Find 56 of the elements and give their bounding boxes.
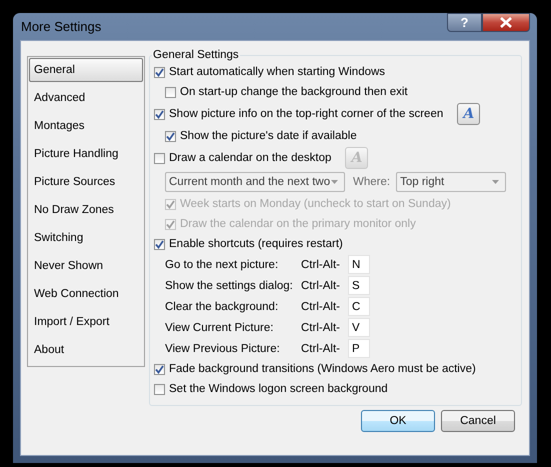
checkbox-label: Fade background transitions (Windows Aero must be active) <box>169 363 476 375</box>
shortcut-label: View Current Picture: <box>165 322 274 334</box>
sidebar-item[interactable]: Import / Export <box>29 310 143 334</box>
key-field[interactable]: V <box>348 318 370 337</box>
close-icon <box>499 17 513 28</box>
checkbox[interactable] <box>154 66 165 78</box>
position-dropdown[interactable]: Top right <box>396 172 506 192</box>
checkbox[interactable] <box>154 384 165 394</box>
key-field[interactable]: C <box>348 297 370 316</box>
dropdown-arrow-icon <box>331 180 338 184</box>
sidebar-item[interactable]: Picture Handling <box>29 142 143 166</box>
calendar-dropdown[interactable]: Current month and the next two <box>165 172 345 192</box>
key-field[interactable]: P <box>348 339 370 358</box>
checkbox-label: On start-up change the background then exit <box>180 86 408 98</box>
modifier-label: Ctrl-Alt- <box>301 342 341 354</box>
key-field[interactable]: N <box>348 255 370 274</box>
shortcut-label: Clear the background: <box>165 300 280 312</box>
key-field[interactable]: S <box>348 276 370 295</box>
group-title: General Settings <box>152 48 240 62</box>
sidebar-item[interactable]: Advanced <box>29 86 143 110</box>
sidebar-item[interactable]: Picture Sources <box>29 170 143 194</box>
checkbox[interactable] <box>165 130 176 142</box>
sidebar-item[interactable]: General <box>29 58 143 82</box>
cancel-button[interactable]: Cancel <box>441 410 515 432</box>
checkbox[interactable] <box>165 86 176 98</box>
sidebar-item[interactable]: No Draw Zones <box>29 198 143 222</box>
shortcut-label: View Previous Picture: <box>165 342 281 354</box>
sidebar-item[interactable]: Never Shown <box>29 254 143 278</box>
window-title: More Settings <box>20 19 102 34</box>
sidebar-item[interactable]: Montages <box>29 114 143 138</box>
modifier-label: Ctrl-Alt- <box>301 300 341 312</box>
shortcut-label: Show the settings dialog: <box>165 280 294 292</box>
sidebar-item[interactable]: Web Connection <box>29 282 143 306</box>
modifier-label: Ctrl-Alt- <box>301 322 341 334</box>
dropdown-arrow-icon <box>492 180 500 184</box>
where-label: Where: <box>353 176 390 188</box>
modifier-label: Ctrl-Alt- <box>301 280 341 292</box>
checkbox-label: Start automatically when starting Windows <box>169 66 386 78</box>
close-button[interactable] <box>482 13 530 32</box>
shortcut-label: Go to the next picture: <box>165 258 280 270</box>
checkbox-label: Set the Windows logon screen background <box>169 383 388 395</box>
sidebar-item[interactable]: Switching <box>29 226 143 250</box>
modifier-label: Ctrl-Alt- <box>301 258 341 270</box>
font-button[interactable]: A <box>457 103 480 125</box>
checkbox[interactable] <box>154 364 165 374</box>
checkbox[interactable] <box>154 238 165 250</box>
sidebar-item[interactable]: About <box>29 338 143 362</box>
checkbox-label: Draw a calendar on the desktop <box>169 152 332 164</box>
checkbox-label: Enable shortcuts (requires restart) <box>169 238 343 250</box>
checkbox[interactable] <box>154 152 165 164</box>
checkbox-label: Show picture info on the top-right corner of the screen <box>169 108 444 120</box>
checkbox[interactable] <box>154 108 165 120</box>
checkbox-label: Show the picture's date if available <box>180 130 357 142</box>
checkbox-label: Week starts on Monday (uncheck to start on Sunday) <box>180 198 451 210</box>
ok-button[interactable]: OK <box>361 410 435 432</box>
checkbox-label: Draw the calendar on the primary monitor only <box>180 218 416 230</box>
